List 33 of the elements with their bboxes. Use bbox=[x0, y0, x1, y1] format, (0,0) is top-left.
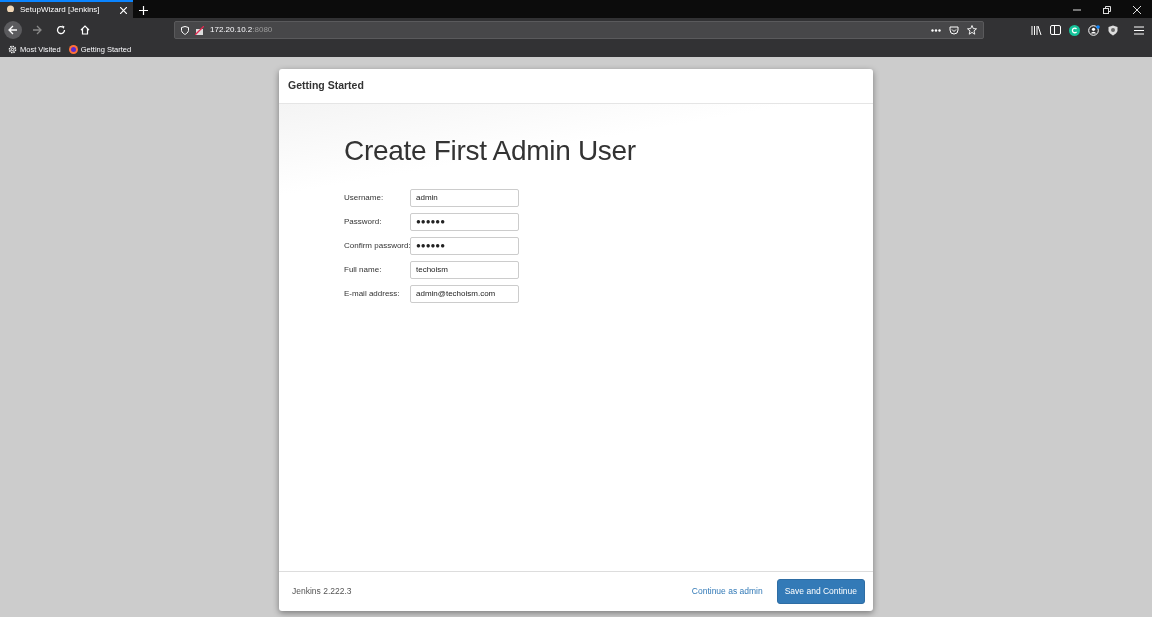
field-label: Full name: bbox=[344, 263, 383, 276]
globe-icon bbox=[68, 45, 78, 54]
insecure-lock-icon bbox=[195, 25, 204, 35]
url-text: 172.20.10.2:8080 bbox=[210, 24, 273, 36]
page-heading: Create First Admin User bbox=[344, 134, 637, 168]
input-field[interactable]: admin bbox=[410, 188, 519, 207]
extension-icon[interactable] bbox=[1069, 24, 1080, 36]
sidebar-icon[interactable] bbox=[1050, 25, 1061, 35]
input-field[interactable]: ●●●●●● bbox=[410, 212, 519, 231]
version-text: Jenkins 2.222.3 bbox=[292, 585, 352, 598]
menu-icon[interactable] bbox=[1134, 25, 1144, 35]
input-field[interactable]: techoism bbox=[410, 260, 519, 279]
star-icon[interactable] bbox=[967, 25, 977, 35]
gear-icon bbox=[8, 45, 17, 54]
pocket-icon[interactable] bbox=[949, 25, 959, 35]
library-icon[interactable] bbox=[1031, 25, 1042, 35]
save-button[interactable]: Save and Continue bbox=[776, 579, 865, 604]
close-tab-icon[interactable] bbox=[120, 5, 127, 15]
browser-tab[interactable]: SetupWizard [Jenkins] bbox=[0, 0, 133, 18]
input-field[interactable]: admin@techoism.com bbox=[410, 284, 519, 303]
shield-icon[interactable] bbox=[1108, 24, 1118, 36]
field-label: Username: bbox=[344, 191, 385, 204]
input-field[interactable]: ●●●●●● bbox=[410, 236, 519, 255]
continue-link[interactable]: Continue as admin bbox=[691, 585, 763, 598]
field-label: E-mail address: bbox=[344, 287, 401, 300]
field-label: Confirm password: bbox=[344, 239, 410, 252]
account-icon[interactable] bbox=[1088, 24, 1100, 36]
address-bar[interactable]: 172.20.10.2:8080 bbox=[174, 21, 984, 39]
tab-title: SetupWizard [Jenkins] bbox=[20, 4, 100, 16]
shield-icon bbox=[181, 25, 189, 35]
field-label: Password: bbox=[344, 215, 383, 228]
more-icon[interactable] bbox=[931, 28, 941, 32]
back-icon[interactable] bbox=[4, 21, 22, 39]
